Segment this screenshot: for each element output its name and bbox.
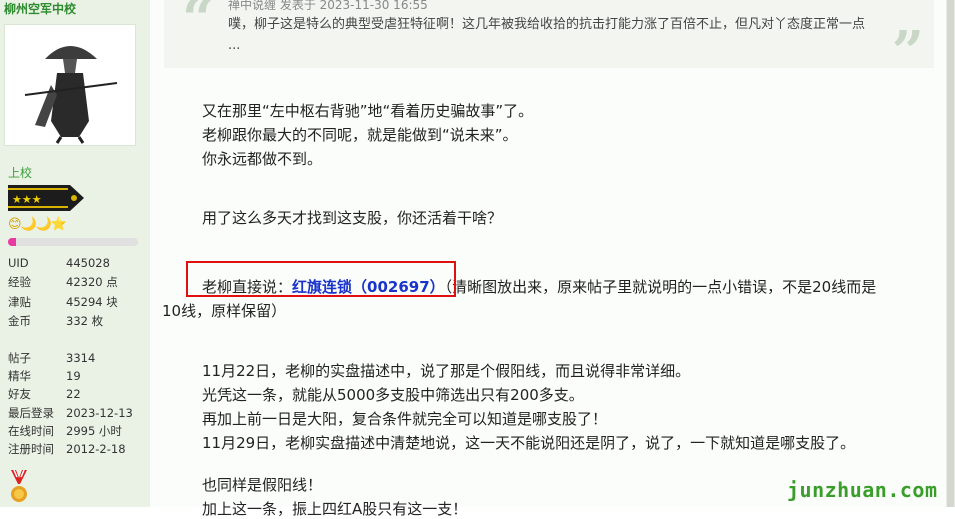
post-line: 也同样是假阳线！ — [202, 476, 323, 494]
stat-row: 在线时间 2995 小时 — [8, 423, 122, 438]
open-quote-icon: “ — [182, 0, 215, 52]
post-line: 你永远都做不到。 — [202, 150, 323, 168]
username-link[interactable]: 柳州空军中校 — [4, 0, 76, 17]
post-line: 11月22日，老柳的实盘描述中，说了那是个假阳线，而且说得非常详细。 — [202, 362, 691, 380]
post-line: 又在那里“左中枢右背驰”地“看着历史骗故事”了。 — [202, 102, 534, 120]
medal-icon[interactable] — [8, 470, 30, 504]
stat-row: 帖子 3314 — [8, 351, 96, 365]
post-line: 11月29日，老柳实盘描述中清楚地说，这一天不能说阳还是阴了，说了，一下就知道是… — [202, 434, 856, 452]
svg-text:★★★: ★★★ — [12, 193, 42, 206]
scrollbar[interactable] — [946, 0, 955, 507]
post-line: 10线，原样保留） — [162, 302, 287, 320]
post-line: 加上这一条，振上四红A股只有这一支！ — [202, 500, 468, 518]
close-quote-icon: ” — [891, 19, 924, 85]
experience-progress-bar — [8, 238, 138, 246]
progress-fill — [8, 238, 16, 246]
stat-row: 金币 332 枚 — [8, 313, 104, 328]
scrollbar-thumb[interactable] — [947, 0, 954, 507]
avatar-image — [5, 25, 135, 145]
user-stats-extra: 帖子 3314 精华 19 好友 22 最后登录 2023-12-13 在线时间 2995… — [8, 349, 133, 458]
emoticon-level-icons: 😊🌙🌙⭐ — [8, 217, 67, 232]
watermark: junzhuan.com — [787, 478, 938, 502]
stat-row: 注册时间 2012-2-18 — [8, 441, 126, 456]
post-line: 再加上前一日是大阳，复合条件就完全可以知道是哪支股了！ — [202, 410, 608, 428]
post-line: 用了这么多天才找到这支股，你还活着干啥？ — [202, 209, 503, 227]
quote-meta: 禅中说缠 发表于 2023-11-30 16:55 — [228, 0, 428, 12]
stat-row: 经验 42320 点 — [8, 275, 118, 290]
stat-row: 精华 19 — [8, 369, 81, 384]
stat-row: 好友 22 — [8, 387, 81, 402]
user-rank: 上校 — [8, 166, 33, 180]
quote-text: 噗，柳子这是特么的典型受虐狂特征啊！这几年被我给收拾的抗击打能力涨了百倍不止，但… — [228, 17, 866, 53]
post-line: 光凭这一条，就能从5000多支股中筛选出只有200多支。 — [202, 386, 584, 404]
user-stats: UID 445028 经验 42320 点 津贴 45294 块 金币 332 枚 — [8, 254, 118, 331]
stat-row: 最后登录 2023-12-13 — [8, 405, 133, 420]
avatar[interactable] — [4, 24, 136, 146]
stat-row: UID 445028 — [8, 256, 110, 270]
post-content-area: “ ” 禅中说缠 发表于 2023-11-30 16:55 噗，柳子这是特么的典… — [150, 0, 955, 518]
quote-block: “ ” 禅中说缠 发表于 2023-11-30 16:55 噗，柳子这是特么的典… — [164, 0, 934, 80]
user-sidebar: 柳州空军中校 上校 ★★★ 😊🌙🌙⭐ UID 445028 经验 42320 点 津… — [0, 0, 151, 507]
rank-badge-icon: ★★★ — [8, 185, 84, 211]
highlight-box — [186, 261, 456, 297]
post-line: 老柳跟你最大的不同呢，就是能做到“说未来”。 — [202, 126, 518, 144]
stat-row: 津贴 45294 块 — [8, 294, 118, 309]
